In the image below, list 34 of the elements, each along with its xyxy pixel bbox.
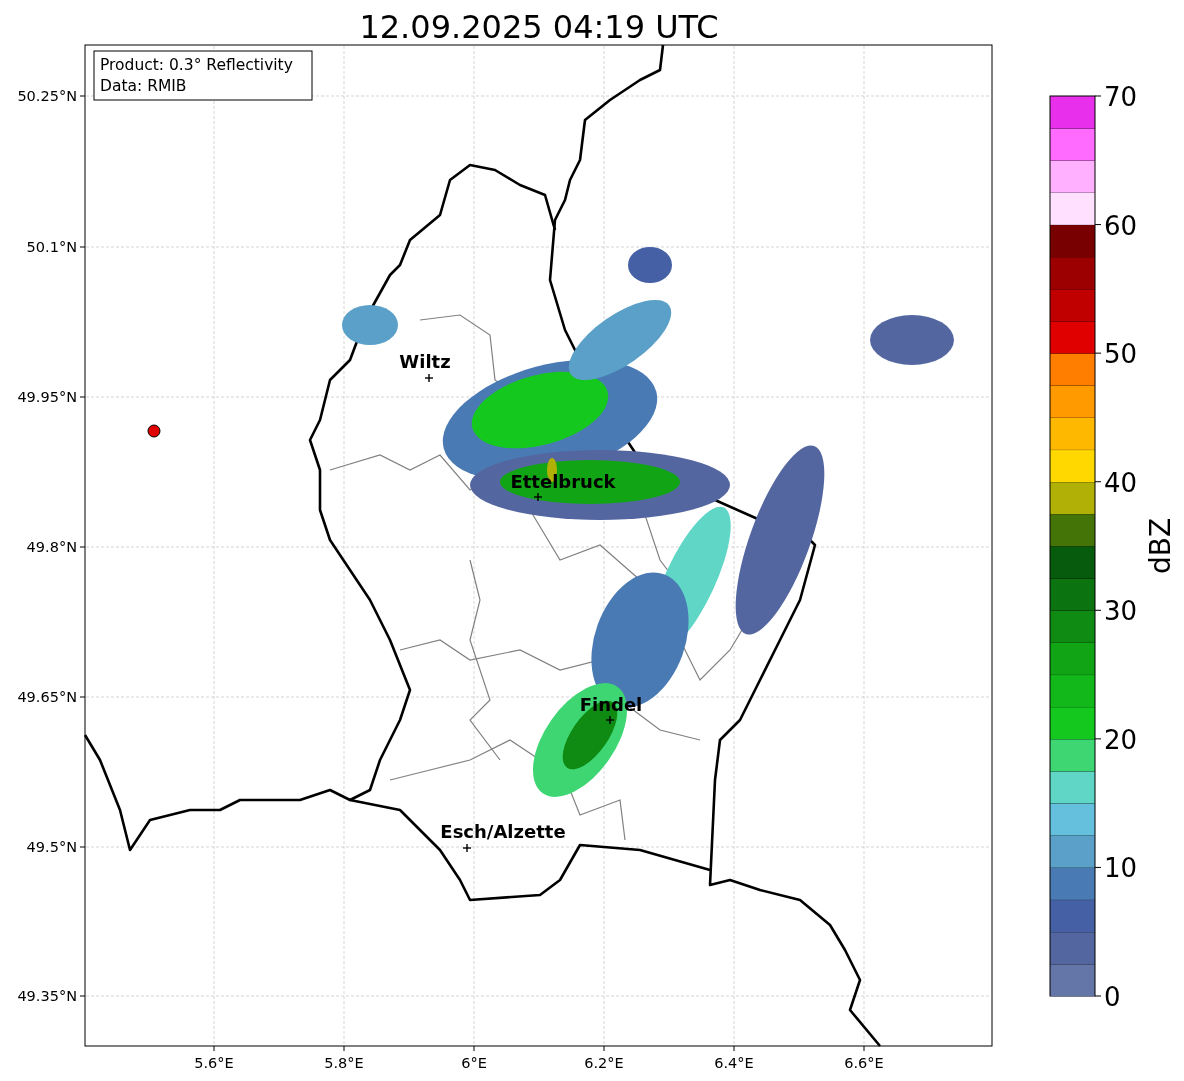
info-text: Data: RMIB: [100, 77, 187, 95]
place-label: Wiltz: [399, 351, 451, 372]
colorbar-tick-label: 50: [1104, 339, 1138, 370]
colorbar-label: dBZ: [1144, 517, 1177, 575]
colorbar-tick-label: 20: [1104, 724, 1138, 755]
colorbar-tick-label: 10: [1104, 853, 1138, 884]
radar-site-icon: [147, 424, 161, 438]
longitude-label: 6.4°E: [714, 1055, 754, 1071]
place-label: Findel: [579, 694, 643, 715]
colorbar-tick-label: 60: [1104, 210, 1138, 241]
longitude-label: 5.8°E: [324, 1055, 364, 1071]
info-text: Product: 0.3° Reflectivity: [100, 56, 293, 74]
latitude-label: 50.1°N: [26, 239, 77, 255]
chart-title: 12.09.2025 04:19 UTC: [359, 8, 719, 46]
location-marker-icon: [424, 373, 434, 383]
colorbar-tick-label: 40: [1104, 467, 1138, 498]
location-marker-icon: [533, 492, 543, 502]
longitude-label: 5.6°E: [194, 1055, 234, 1071]
location-marker-icon: [605, 715, 615, 725]
longitude-label: 6.2°E: [584, 1055, 624, 1071]
place-label: Esch/Alzette: [440, 821, 566, 842]
latitude-label: 49.8°N: [26, 539, 77, 555]
location-marker-icon: [462, 843, 472, 853]
latitude-label: 49.95°N: [17, 389, 77, 405]
latitude-label: 49.65°N: [17, 689, 77, 705]
latitude-label: 49.5°N: [26, 839, 77, 855]
colorbar-tick-label: 70: [1104, 82, 1138, 112]
colorbar-tick-label: 30: [1104, 596, 1138, 627]
longitude-label: 6.6°E: [844, 1055, 884, 1071]
latitude-label: 50.25°N: [17, 88, 77, 104]
latitude-label: 49.35°N: [17, 988, 77, 1004]
place-label: Ettelbruck: [510, 471, 616, 492]
colorbar-tick-label: 0: [1104, 982, 1121, 1012]
longitude-label: 6°E: [461, 1055, 487, 1071]
